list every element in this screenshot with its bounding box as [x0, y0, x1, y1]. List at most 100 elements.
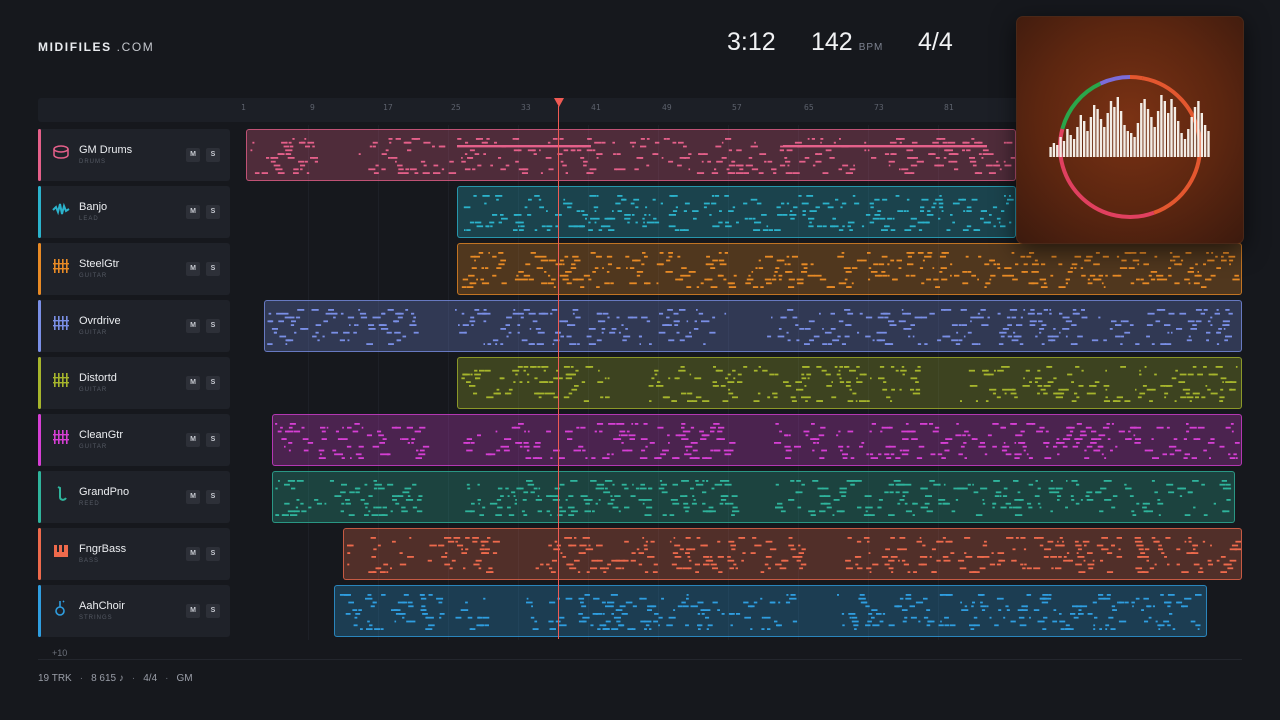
track-name[interactable]: AahChoir — [79, 600, 125, 612]
midi-note — [865, 335, 871, 338]
track-header-gm-drums[interactable]: GM Drums DRUMS M S — [38, 129, 230, 181]
mute-button[interactable]: M — [186, 376, 200, 390]
midi-note — [867, 252, 871, 254]
midi-note — [751, 271, 754, 273]
midi-note — [1012, 388, 1014, 391]
solo-button[interactable]: S — [206, 376, 220, 390]
midi-note — [1067, 373, 1073, 376]
midi-note — [890, 453, 895, 456]
track-name[interactable]: SteelGtr — [79, 258, 119, 270]
mute-button[interactable]: M — [186, 205, 200, 219]
more-tracks-indicator[interactable]: +10 — [52, 648, 67, 658]
midi-clip[interactable] — [264, 300, 1242, 352]
solo-button[interactable]: S — [206, 148, 220, 162]
track-header-steelgtr[interactable]: SteelGtr GUITAR M S — [38, 243, 230, 295]
midi-note — [1215, 255, 1218, 258]
midi-clip[interactable] — [272, 471, 1235, 523]
midi-note — [523, 309, 530, 311]
midi-clip[interactable] — [343, 528, 1242, 580]
midi-note — [511, 426, 516, 429]
midi-note — [1050, 480, 1053, 482]
mute-button[interactable]: M — [186, 604, 200, 618]
midi-note — [601, 328, 606, 330]
mute-button[interactable]: M — [186, 547, 200, 561]
midi-note — [371, 556, 376, 558]
midi-note — [994, 624, 999, 627]
playhead-marker[interactable] — [554, 98, 564, 107]
midi-note — [610, 499, 615, 501]
midi-clip[interactable] — [272, 414, 1242, 466]
midi-clip[interactable] — [334, 585, 1207, 637]
midi-note — [521, 510, 525, 513]
midi-note — [848, 312, 854, 315]
midi-clip[interactable] — [457, 243, 1242, 295]
solo-button[interactable]: S — [206, 205, 220, 219]
track-header-distortd[interactable]: Distortd GUITAR M S — [38, 357, 230, 409]
track-header-ovrdrive[interactable]: Ovrdrive GUITAR M S — [38, 300, 230, 352]
midi-note — [1105, 388, 1108, 391]
midi-note — [839, 491, 847, 494]
midi-note — [938, 624, 944, 627]
midi-note — [542, 366, 549, 368]
track-header-banjo[interactable]: Banjo LEAD M S — [38, 186, 230, 238]
midi-note — [997, 267, 1001, 269]
solo-button[interactable]: S — [206, 262, 220, 276]
track-header-aahchoir[interactable]: AahChoir STRINGS M S — [38, 585, 230, 637]
midi-note — [884, 153, 890, 155]
track-header-grandpno[interactable]: GrandPno REED M S — [38, 471, 230, 523]
midi-note — [1077, 548, 1080, 551]
midi-note — [927, 252, 933, 254]
midi-note — [865, 316, 873, 319]
track-name[interactable]: CleanGtr — [79, 429, 123, 441]
solo-button[interactable]: S — [206, 547, 220, 561]
track-name[interactable]: FngrBass — [79, 543, 126, 555]
midi-note — [942, 537, 946, 539]
midi-note — [568, 563, 572, 566]
track-name[interactable]: GM Drums — [79, 144, 132, 156]
midi-note — [372, 601, 377, 604]
midi-note — [583, 274, 590, 277]
midi-note — [1146, 388, 1153, 391]
midi-note — [866, 400, 870, 402]
midi-clip[interactable] — [246, 129, 1016, 181]
midi-note — [868, 552, 871, 554]
mute-button[interactable]: M — [186, 490, 200, 504]
midi-note — [1184, 597, 1192, 600]
solo-button[interactable]: S — [206, 604, 220, 618]
track-name[interactable]: Ovrdrive — [79, 315, 121, 327]
midi-note — [274, 331, 277, 334]
midi-note — [1179, 495, 1183, 497]
mute-button[interactable]: M — [186, 148, 200, 162]
midi-note — [957, 487, 965, 490]
track-name[interactable]: GrandPno — [79, 486, 129, 498]
midi-note — [665, 271, 673, 273]
midi-note — [912, 392, 921, 395]
mute-button[interactable]: M — [186, 262, 200, 276]
solo-button[interactable]: S — [206, 319, 220, 333]
solo-button[interactable]: S — [206, 490, 220, 504]
midi-note — [476, 138, 483, 140]
track-header-fngrbass[interactable]: FngrBass BASS M S — [38, 528, 230, 580]
midi-note — [869, 202, 874, 205]
playhead[interactable] — [558, 106, 559, 639]
midi-note — [799, 160, 806, 163]
midi-clip[interactable] — [457, 186, 1016, 238]
midi-note — [415, 457, 422, 459]
midi-note — [910, 164, 918, 167]
midi-clip[interactable] — [457, 357, 1242, 409]
track-name[interactable]: Distortd — [79, 372, 117, 384]
midi-note — [496, 449, 501, 452]
midi-note — [854, 556, 859, 558]
midi-note — [888, 624, 895, 627]
track-header-cleangtr[interactable]: CleanGtr GUITAR M S — [38, 414, 230, 466]
mute-button[interactable]: M — [186, 433, 200, 447]
solo-button[interactable]: S — [206, 433, 220, 447]
midi-note — [938, 499, 946, 501]
midi-note — [568, 495, 574, 497]
midi-note — [547, 282, 554, 285]
midi-note — [954, 168, 959, 171]
midi-note — [736, 149, 742, 152]
midi-note — [1214, 312, 1220, 315]
track-name[interactable]: Banjo — [79, 201, 107, 213]
mute-button[interactable]: M — [186, 319, 200, 333]
